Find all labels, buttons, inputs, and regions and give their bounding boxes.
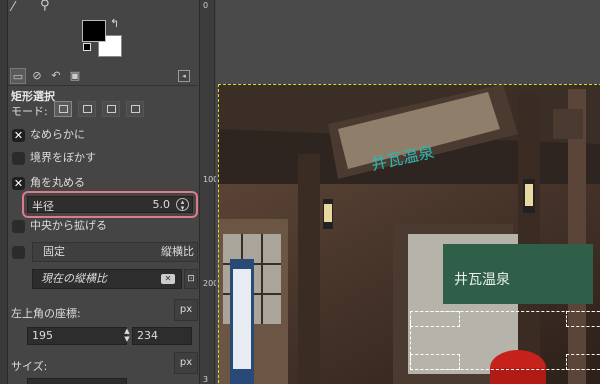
fuzzy-select-icon[interactable]: ⁄ — [12, 0, 14, 15]
toolbox-dock: ⁄ ⚲ ↰ ▭ ⊘ ↶ ▣ ◂ 矩形選択 モード: ✕ なめらかに 境界をぼかす … — [8, 0, 198, 384]
fixed-mode-value: 縦横比 — [161, 245, 194, 258]
tab-device-status[interactable]: ⊘ — [29, 68, 45, 84]
ruler-label-200: 200 — [203, 279, 219, 288]
radius-spin-icon[interactable]: ▴ ▾ — [176, 198, 189, 212]
feather-option[interactable]: 境界をぼかす — [12, 150, 96, 166]
size-width-field[interactable] — [27, 378, 127, 384]
rounded-corners-label: 角を丸める — [30, 176, 85, 189]
tab-images[interactable]: ▣ — [67, 68, 83, 84]
selection-handle-top-left[interactable] — [410, 311, 460, 327]
feather-label: 境界をぼかす — [30, 151, 96, 164]
expand-from-center-label: 中央から拡げる — [30, 219, 107, 232]
subtract-icon — [107, 105, 116, 113]
tab-tool-options[interactable]: ▭ — [10, 68, 26, 84]
position-label: 左上角の座標: — [11, 307, 81, 320]
tab-undo-history[interactable]: ↶ — [48, 68, 64, 84]
swap-colors-icon[interactable]: ↰ — [110, 17, 119, 30]
selection-handle-top-right[interactable] — [566, 311, 600, 327]
radius-label: 半径 — [32, 200, 54, 213]
expand-from-center-option[interactable]: 中央から拡げる — [12, 218, 107, 234]
image-canvas[interactable]: 井瓦温泉 井瓦温泉 — [216, 0, 600, 384]
mode-intersect-button[interactable] — [126, 101, 144, 117]
size-unit-dropdown[interactable]: px — [174, 352, 198, 374]
foreground-color-swatch[interactable] — [82, 20, 106, 42]
mode-add-button[interactable] — [78, 101, 96, 117]
expand-from-center-checkbox[interactable] — [12, 219, 25, 233]
radius-spinbox[interactable]: 半径 5.0 ▴ ▾ — [27, 196, 193, 213]
vertical-ruler[interactable]: 0 100 200 3 — [199, 0, 219, 384]
mode-label: モード: — [11, 105, 48, 118]
tool-options-title: 矩形選択 — [11, 90, 55, 103]
aspect-ratio-menu-button[interactable]: ⊡ — [184, 269, 198, 289]
fixed-label: 固定 — [43, 245, 65, 258]
dock-tab-bar: ▭ ⊘ ↶ ▣ ◂ — [8, 66, 198, 86]
ruler-label-100: 100 — [203, 175, 219, 184]
aspect-ratio-entry[interactable]: 現在の縦横比 ✕ — [32, 269, 182, 289]
position-x-spin-icon[interactable]: ▲ ▼ — [122, 327, 132, 345]
zoom-icon[interactable]: ⚲ — [40, 0, 50, 13]
antialias-label: なめらかに — [30, 128, 85, 141]
selection-handle-bottom-left[interactable] — [410, 354, 460, 370]
radius-value[interactable]: 5.0 — [153, 198, 171, 211]
mode-subtract-button[interactable] — [102, 101, 120, 117]
antialias-option[interactable]: ✕ なめらかに — [12, 127, 85, 143]
tab-menu-button[interactable]: ◂ — [178, 70, 190, 82]
fixed-checkbox[interactable] — [12, 246, 25, 259]
feather-checkbox[interactable] — [12, 151, 25, 165]
rounded-corners-option[interactable]: ✕ 角を丸める — [12, 175, 85, 191]
add-icon — [83, 105, 92, 113]
ruler-label-3: 3 — [203, 375, 209, 384]
intersect-icon — [131, 105, 140, 113]
mode-replace-button[interactable] — [54, 101, 72, 117]
fixed-mode-dropdown[interactable]: 固定 縦横比 — [32, 242, 198, 262]
size-label: サイズ: — [11, 360, 48, 373]
default-colors-icon[interactable] — [83, 43, 91, 51]
radius-highlight: 半径 5.0 ▴ ▾ — [22, 191, 198, 218]
left-edge-strip — [0, 0, 8, 384]
clear-entry-icon[interactable]: ✕ — [161, 274, 175, 284]
antialias-checkbox[interactable]: ✕ — [12, 128, 25, 142]
selection-handle-bottom-right[interactable] — [566, 354, 600, 370]
rounded-corners-checkbox[interactable]: ✕ — [12, 176, 25, 190]
position-unit-dropdown[interactable]: px — [174, 299, 198, 321]
ruler-label-0: 0 — [203, 1, 209, 10]
aspect-ratio-placeholder: 現在の縦横比 — [41, 272, 107, 285]
position-y-field[interactable]: 234 — [132, 327, 192, 345]
replace-icon — [59, 105, 68, 113]
position-x-field[interactable]: 195 — [27, 327, 127, 345]
